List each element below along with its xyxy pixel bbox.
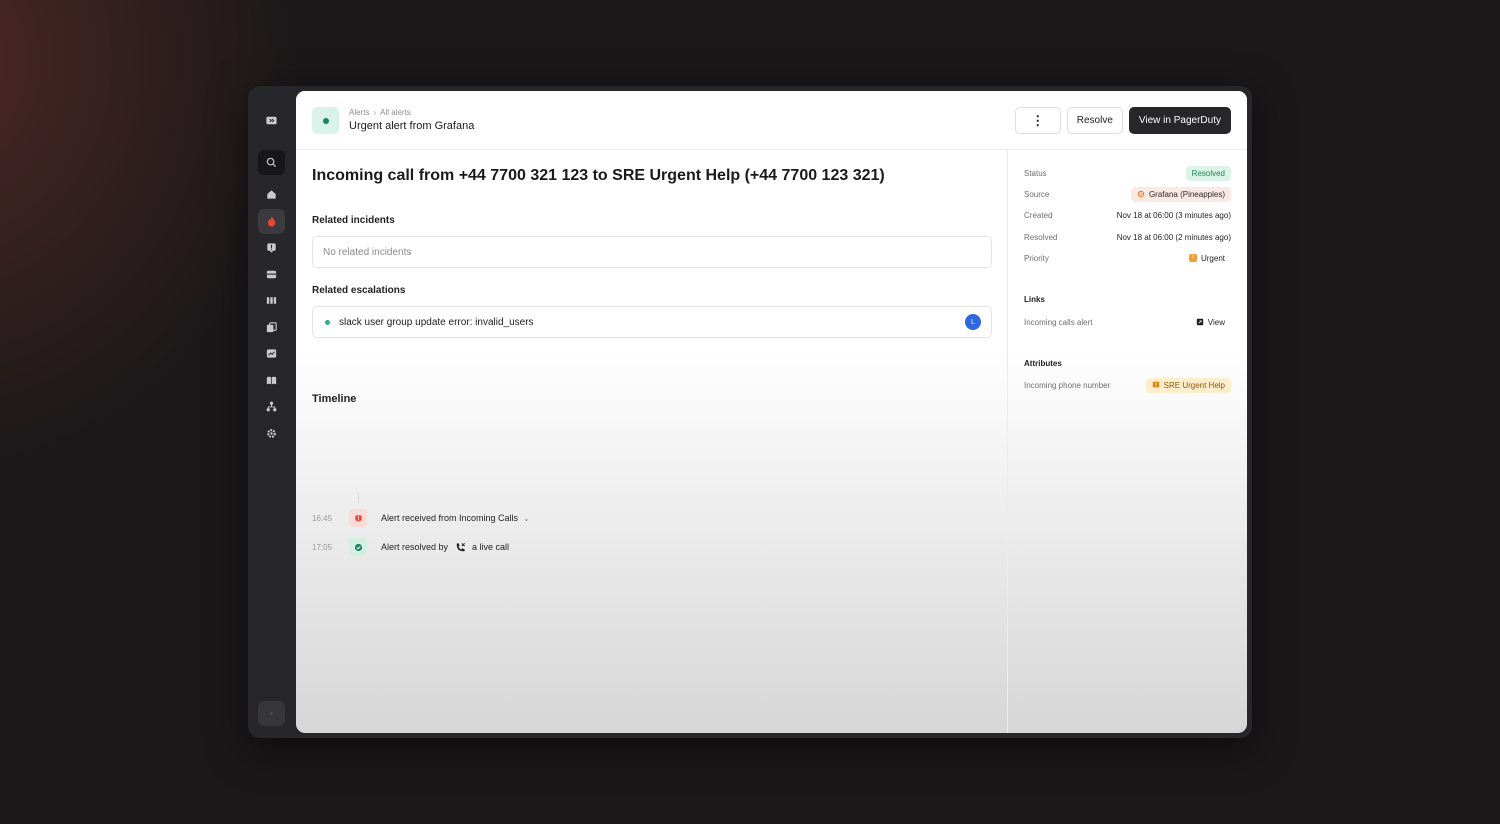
timeline-event[interactable]: 17:05 Alert resolved by a live call: [312, 538, 509, 556]
urgent-icon: !: [1188, 254, 1197, 262]
home-icon[interactable]: [258, 182, 285, 207]
alert-icon: [349, 509, 367, 527]
incidents-icon[interactable]: [258, 209, 285, 234]
page-header: Alerts › All alerts Urgent alert from Gr…: [296, 91, 1247, 150]
avatar[interactable]: L: [965, 314, 981, 330]
status-row: Status Resolved: [1024, 165, 1231, 181]
priority-badge[interactable]: ! Urgent: [1182, 250, 1231, 266]
sidebar: [248, 86, 296, 738]
timeline-event[interactable]: 16:45 Alert received from Incoming Calls…: [312, 509, 530, 527]
alert-title: Incoming call from +44 7700 321 123 to S…: [312, 167, 885, 184]
timeline-connector: [358, 492, 359, 503]
phone-icon: [455, 542, 466, 553]
inbox-icon[interactable]: [258, 262, 285, 287]
attribute-value: SRE Urgent Help: [1163, 380, 1225, 390]
escalation-icon: [1152, 381, 1159, 388]
link-row: Incoming calls alert View: [1024, 314, 1231, 330]
escalation-text: slack user group update error: invalid_u…: [339, 316, 534, 328]
user-icon[interactable]: [258, 701, 285, 726]
priority-label: Priority: [1024, 253, 1049, 263]
resolve-button[interactable]: Resolve: [1066, 107, 1123, 134]
attribute-row: Incoming phone number SRE Urgent Help: [1024, 377, 1231, 393]
escalation-status-dot: [325, 319, 330, 325]
chevron-right-icon: ›: [373, 108, 377, 117]
search-icon[interactable]: [258, 150, 285, 175]
status-badge: Resolved: [1185, 165, 1231, 181]
catalog-icon[interactable]: [258, 368, 285, 393]
timeline-text: Alert received from Incoming Calls: [381, 513, 519, 523]
source-label: Source: [1024, 189, 1050, 199]
created-row: Created Nov 18 at 06:00 (3 minutes ago): [1024, 207, 1231, 223]
grafana-icon: [1137, 190, 1145, 198]
resolved-label: Resolved: [1024, 232, 1058, 242]
related-incidents-empty: No related incidents: [323, 246, 412, 258]
related-incidents-label: Related incidents: [312, 215, 395, 226]
status-label: Status: [1024, 168, 1047, 178]
source-badge[interactable]: Grafana (Pineapples): [1130, 186, 1231, 202]
page-title: Urgent alert from Grafana: [349, 120, 475, 132]
attribute-badge[interactable]: SRE Urgent Help: [1145, 377, 1231, 393]
app-window: Alerts › All alerts Urgent alert from Gr…: [248, 86, 1252, 738]
more-options-button[interactable]: ⋮: [1014, 107, 1061, 134]
details-panel: Status Resolved Source Grafana (Pineappl…: [1007, 150, 1247, 733]
insights-icon[interactable]: [258, 341, 285, 366]
settings-icon[interactable]: [258, 421, 285, 446]
breadcrumb-all-alerts[interactable]: All alerts: [380, 108, 411, 117]
breadcrumb-alerts[interactable]: Alerts: [349, 108, 369, 117]
resolved-value: Nov 18 at 06:00 (2 minutes ago): [1116, 232, 1231, 242]
priority-row: Priority ! Urgent: [1024, 250, 1231, 266]
header-actions: ⋮ Resolve View in PagerDuty: [1014, 107, 1231, 134]
view-in-pagerduty-button[interactable]: View in PagerDuty: [1128, 107, 1231, 134]
attributes-label: Attributes: [1024, 359, 1062, 368]
related-incidents-box: No related incidents: [312, 236, 992, 268]
alert-status-icon: [312, 107, 339, 134]
alerts-icon[interactable]: [258, 235, 285, 260]
source-value: Grafana (Pineapples): [1148, 189, 1225, 199]
timeline-time: 17:05: [312, 542, 333, 552]
chevron-down-icon[interactable]: ⌄: [523, 514, 530, 523]
timeline-text: Alert resolved by: [381, 542, 449, 552]
collapse-icon[interactable]: [258, 108, 285, 133]
timeline-time: 16:45: [312, 513, 333, 523]
external-link-icon: [1196, 318, 1203, 326]
breadcrumb: Alerts › All alerts: [349, 108, 411, 117]
source-row: Source Grafana (Pineapples): [1024, 186, 1231, 202]
view-link-label: View: [1207, 317, 1225, 327]
escalation-row[interactable]: slack user group update error: invalid_u…: [312, 306, 992, 338]
check-icon: [349, 538, 367, 556]
created-label: Created: [1024, 210, 1053, 220]
attribute-name: Incoming phone number: [1024, 380, 1111, 390]
timeline-title: Timeline: [312, 393, 357, 405]
related-escalations-label: Related escalations: [312, 285, 406, 296]
copy-icon[interactable]: [258, 315, 285, 340]
main-panel: Alerts › All alerts Urgent alert from Gr…: [296, 91, 1247, 733]
org-icon[interactable]: [258, 394, 285, 419]
resolved-row: Resolved Nov 18 at 06:00 (2 minutes ago): [1024, 229, 1231, 245]
timeline-actor: a live call: [472, 542, 510, 552]
view-link-button[interactable]: View: [1189, 314, 1231, 330]
board-icon[interactable]: [258, 288, 285, 313]
priority-value: Urgent: [1200, 253, 1225, 263]
link-name: Incoming calls alert: [1024, 317, 1093, 327]
links-label: Links: [1024, 295, 1045, 304]
created-value: Nov 18 at 06:00 (3 minutes ago): [1116, 210, 1231, 220]
